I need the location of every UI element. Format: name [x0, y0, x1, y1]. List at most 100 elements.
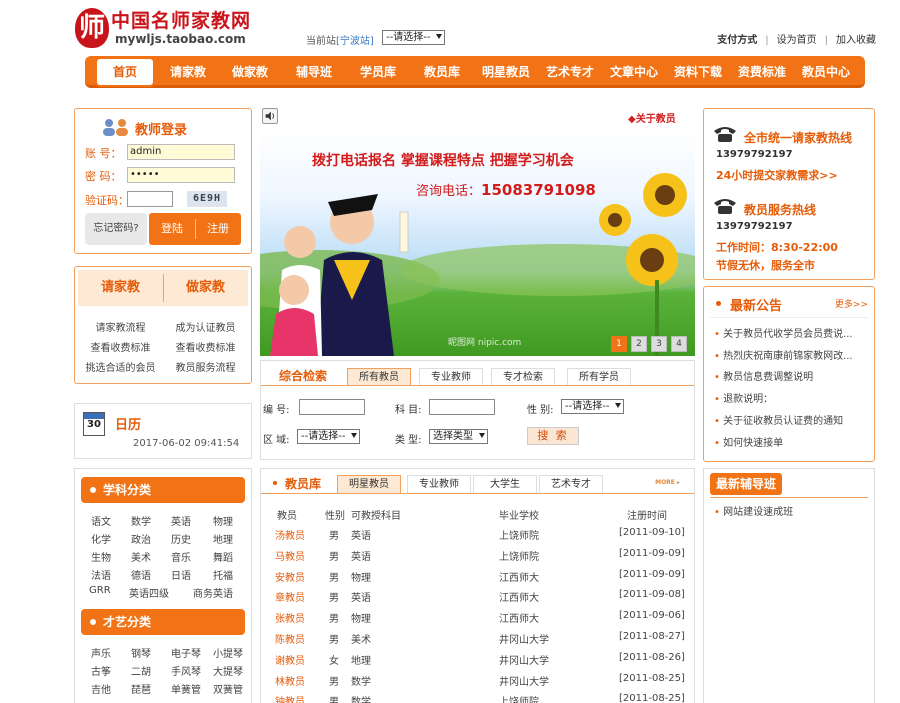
teacher-tab-art[interactable]: 艺术专才	[539, 475, 603, 493]
teacher-tab-star[interactable]: 明星教员	[337, 475, 401, 493]
subject-link[interactable]: 语文	[91, 513, 111, 528]
notice-more-link[interactable]: 更多>>	[835, 297, 868, 310]
teacher-name-link[interactable]: 林教员	[275, 673, 305, 688]
subject-link[interactable]: 美术	[131, 549, 151, 564]
subject-link[interactable]: 化学	[91, 531, 111, 546]
notice-item[interactable]: 关于教员代收学员会员费说...	[714, 325, 864, 340]
nav-star-teachers[interactable]: 明星教员	[477, 56, 535, 88]
teacher-name-link[interactable]: 钟教员	[275, 693, 305, 703]
forgot-password-button[interactable]: 忘记密码?	[85, 213, 147, 245]
notice-item[interactable]: 关于征收教员认证费的通知	[714, 412, 864, 427]
teacher-name-link[interactable]: 张教员	[275, 610, 305, 625]
subject-link[interactable]: 地理	[213, 531, 233, 546]
art-link[interactable]: 钢琴	[131, 645, 151, 660]
subject-link[interactable]: 生物	[91, 549, 111, 564]
subject-link[interactable]: 英语	[171, 513, 191, 528]
nav-classes[interactable]: 辅导班	[287, 56, 341, 88]
teacher-name-link[interactable]: 章教员	[275, 589, 305, 604]
art-link[interactable]: 声乐	[91, 645, 111, 660]
search-tab-all-teachers[interactable]: 所有教员	[347, 368, 411, 386]
captcha-image[interactable]: 6E9H	[187, 191, 227, 207]
hire-link[interactable]: 挑选合适的会员	[78, 359, 163, 374]
search-tab-talent[interactable]: 专才检索	[491, 368, 555, 386]
subject-link[interactable]: 数学	[131, 513, 151, 528]
type-select[interactable]: 选择类型	[429, 429, 488, 444]
nav-teacher-center[interactable]: 教员中心	[797, 56, 855, 88]
art-link[interactable]: 小提琴	[213, 645, 243, 660]
subject-link[interactable]: 法语	[91, 567, 111, 582]
subject-link[interactable]: 音乐	[171, 549, 191, 564]
teacher-tab-pro[interactable]: 专业教师	[407, 475, 471, 493]
banner-page-3[interactable]: 3	[651, 336, 667, 352]
banner-page-4[interactable]: 4	[671, 336, 687, 352]
art-link[interactable]: 双簧管	[213, 681, 243, 696]
nav-be-tutor[interactable]: 做家教	[223, 56, 277, 88]
captcha-input[interactable]	[127, 191, 173, 207]
subject-link[interactable]: 英语四级	[129, 585, 169, 600]
teacher-more-link[interactable]: MORE ▸	[655, 479, 680, 486]
nav-articles[interactable]: 文章中心	[605, 56, 663, 88]
tutor-class-item[interactable]: 网站建设速成班	[714, 503, 864, 518]
payment-link[interactable]: 支付方式	[717, 35, 757, 46]
search-tab-pro-teachers[interactable]: 专业教师	[419, 368, 483, 386]
notice-item[interactable]: 教员信息费调整说明	[714, 368, 864, 383]
set-homepage-link[interactable]: 设为首页	[777, 35, 817, 46]
search-tab-all-students[interactable]: 所有学员	[567, 368, 631, 386]
notice-item[interactable]: 如何快速接单	[714, 434, 864, 449]
id-input[interactable]	[299, 399, 365, 415]
nav-teacher-db[interactable]: 教员库	[415, 56, 469, 88]
gender-select[interactable]: --请选择--	[561, 399, 625, 414]
hire-link[interactable]: 查看收费标准	[163, 339, 248, 354]
site-logo[interactable]: 师 中国名师家教网 mywljs.taobao.com	[75, 6, 275, 52]
subject-link[interactable]: 历史	[171, 531, 191, 546]
nav-request-tutor[interactable]: 请家教	[161, 56, 215, 88]
nav-downloads[interactable]: 资料下载	[669, 56, 727, 88]
subject-link[interactable]: 舞蹈	[213, 549, 233, 564]
hire-tab-tutor[interactable]: 做家教	[163, 270, 248, 306]
hero-banner[interactable]: 拨打电话报名 掌握课程特点 把握学习机会 咨询电话：15083791098 昵图…	[260, 130, 695, 356]
banner-page-2[interactable]: 2	[631, 336, 647, 352]
speaker-icon[interactable]	[262, 108, 278, 124]
teacher-name-link[interactable]: 安教员	[275, 569, 305, 584]
teacher-name-link[interactable]: 谢教员	[275, 652, 305, 667]
art-link[interactable]: 吉他	[91, 681, 111, 696]
nav-fees[interactable]: 资费标准	[733, 56, 791, 88]
art-link[interactable]: 电子琴	[171, 645, 201, 660]
subject-link[interactable]: 托福	[213, 567, 233, 582]
subject-link[interactable]: 商务英语	[193, 585, 233, 600]
art-link[interactable]: 二胡	[131, 663, 151, 678]
area-select[interactable]: --请选择--	[297, 429, 361, 444]
search-button[interactable]: 搜 索	[527, 427, 579, 445]
notice-item[interactable]: 退款说明：	[714, 390, 864, 405]
art-link[interactable]: 手风琴	[171, 663, 201, 678]
banner-page-1[interactable]: 1	[611, 336, 627, 352]
login-button[interactable]: 登陆	[149, 213, 195, 245]
nav-student-db[interactable]: 学员库	[351, 56, 405, 88]
about-teachers-link[interactable]: ◆关于教员	[628, 110, 676, 125]
submit-request-link[interactable]: 24小时提交家教需求>>	[716, 167, 838, 183]
nav-home[interactable]: 首页	[95, 57, 155, 87]
subject-link[interactable]: 日语	[171, 567, 191, 582]
hire-tab-request[interactable]: 请家教	[78, 270, 163, 306]
hire-link[interactable]: 查看收费标准	[78, 339, 163, 354]
subject-link[interactable]: 物理	[213, 513, 233, 528]
subject-input[interactable]	[429, 399, 495, 415]
subject-link[interactable]: 德语	[131, 567, 151, 582]
subject-link[interactable]: 政治	[131, 531, 151, 546]
art-link[interactable]: 琵琶	[131, 681, 151, 696]
hire-link[interactable]: 成为认证教员	[163, 319, 248, 334]
hire-link[interactable]: 教员服务流程	[163, 359, 248, 374]
notice-item[interactable]: 热烈庆祝南康前锦家教网改...	[714, 347, 864, 362]
hire-link[interactable]: 请家教流程	[78, 319, 163, 334]
teacher-name-link[interactable]: 马教员	[275, 548, 305, 563]
nav-art-talent[interactable]: 艺术专才	[541, 56, 599, 88]
register-button[interactable]: 注册	[195, 213, 241, 245]
station-link[interactable]: [宁波站]	[336, 36, 374, 47]
art-link[interactable]: 单簧管	[171, 681, 201, 696]
add-favorite-link[interactable]: 加入收藏	[836, 35, 876, 46]
teacher-tab-college[interactable]: 大学生	[473, 475, 537, 493]
station-select[interactable]: --请选择--	[382, 30, 446, 45]
art-link[interactable]: 古筝	[91, 663, 111, 678]
teacher-name-link[interactable]: 陈教员	[275, 631, 305, 646]
account-input[interactable]: admin	[127, 144, 235, 160]
